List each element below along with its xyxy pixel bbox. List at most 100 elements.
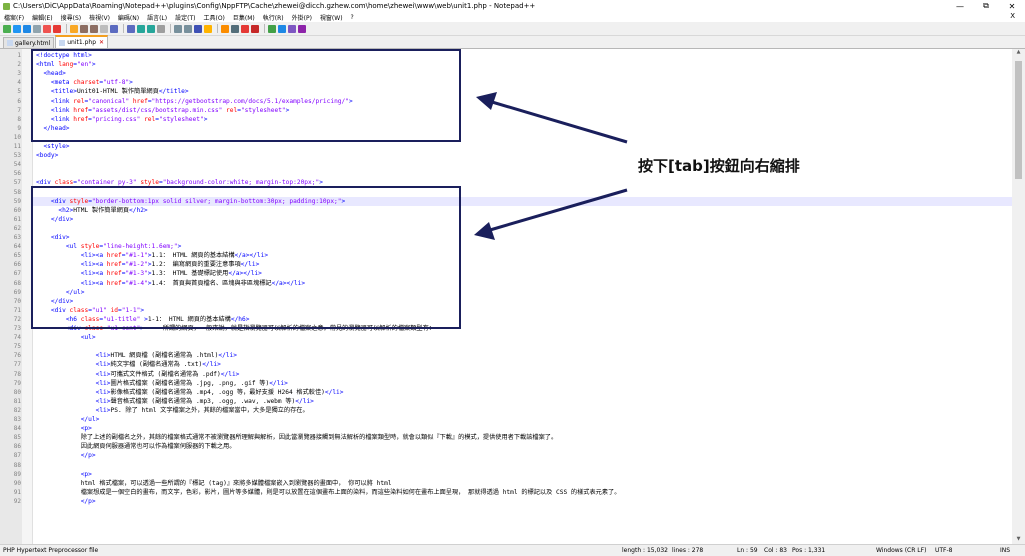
toolbar-tool-icon[interactable]	[80, 24, 88, 33]
toolbar-separator	[217, 24, 218, 33]
code-line[interactable]: 92 </p>	[0, 497, 1012, 506]
toolbar-tool-icon[interactable]	[184, 24, 192, 33]
toolbar-tool-icon[interactable]	[110, 24, 118, 33]
menu-item-11[interactable]: 視窗(W)	[320, 13, 343, 22]
line-number: 66	[13, 261, 21, 269]
toolbar-tool-icon[interactable]	[90, 24, 98, 33]
scroll-up-arrow-icon[interactable]: ▲	[1012, 49, 1025, 57]
code-line[interactable]: 88	[0, 461, 1012, 470]
code-line[interactable]: 54	[0, 160, 1012, 169]
toolbar-tool-icon[interactable]	[241, 24, 249, 33]
menu-item-1[interactable]: 編輯(E)	[32, 13, 52, 22]
toolbar-tool-icon[interactable]	[268, 24, 276, 33]
code-line[interactable]: 87 </p>	[0, 451, 1012, 460]
status-encoding[interactable]: UTF-8	[935, 547, 953, 554]
code-line[interactable]: 74 <ul>	[0, 333, 1012, 342]
toolbar-tool-icon[interactable]	[147, 24, 155, 33]
code-line[interactable]: 79 <li>圖片格式檔案 (副檔名通常為 .jpg, .png, .gif 等…	[0, 379, 1012, 388]
code-line[interactable]: 91 檔案想成是一個空白的畫布，而文字，色彩，影片，圖片等多媒體，則是可以放置在…	[0, 488, 1012, 497]
menu-item-2[interactable]: 搜尋(S)	[61, 13, 82, 22]
menu-item-12[interactable]: ?	[351, 14, 354, 21]
minimize-button[interactable]: —	[947, 0, 973, 12]
code-line[interactable]: 85 除了上述的副檔名之外，其餘的檔案格式通常不被瀏覽器所理解與解析，因此當瀏覽…	[0, 433, 1012, 442]
scroll-down-arrow-icon[interactable]: ▼	[1012, 536, 1025, 544]
toolbar	[0, 22, 1025, 36]
menu-item-5[interactable]: 語言(L)	[147, 13, 167, 22]
menu-item-7[interactable]: 工具(O)	[203, 13, 224, 22]
code-line[interactable]: 53 <body>	[0, 151, 1012, 160]
toolbar-tool-icon[interactable]	[137, 24, 145, 33]
line-number: 87	[13, 452, 21, 460]
code-line[interactable]: 81 <li>聲音格式檔案 (副檔名通常為 .mp3, .ogg, .wav, …	[0, 397, 1012, 406]
menu-item-0[interactable]: 檔案(F)	[4, 13, 24, 22]
restore-button[interactable]: ⧉	[973, 0, 999, 12]
close-button[interactable]: ✕	[999, 0, 1025, 12]
line-number: 77	[13, 361, 21, 369]
toolbar-tool-icon[interactable]	[157, 24, 165, 33]
line-number: 80	[13, 388, 21, 396]
code-line[interactable]: 75	[0, 342, 1012, 351]
menu-item-3[interactable]: 檢視(V)	[89, 13, 110, 22]
toolbar-separator	[170, 24, 171, 33]
line-number: 53	[13, 152, 21, 160]
toolbar-tool-icon[interactable]	[127, 24, 135, 33]
line-number: 70	[13, 297, 21, 305]
toolbar-tool-icon[interactable]	[278, 24, 286, 33]
code-line[interactable]: 90 html 格式檔案，可以透過一些所謂的『標記 (tag)』來將多媒體檔案嵌…	[0, 479, 1012, 488]
toolbar-tool-icon[interactable]	[3, 24, 11, 33]
vertical-scrollbar[interactable]: ▲ ▼	[1012, 49, 1025, 544]
toolbar-tool-icon[interactable]	[194, 24, 202, 33]
code-token-txt: PS. 除了 html 文字檔案之外，其餘的檔案當中，大多是獨立的存在。	[110, 406, 309, 414]
toolbar-tool-icon[interactable]	[204, 24, 212, 33]
tab-1[interactable]: unit1.php ✕	[55, 35, 109, 48]
toolbar-tool-icon[interactable]	[231, 24, 239, 33]
code-line[interactable]: 86 因此網頁伺服器通常也可以作為檔案伺服器的下載之用。	[0, 442, 1012, 451]
tab-close-icon[interactable]: ✕	[99, 39, 104, 46]
code-line[interactable]: 83 </ul>	[0, 415, 1012, 424]
menu-item-4[interactable]: 編碼(N)	[118, 13, 139, 22]
code-line[interactable]: 89 <p>	[0, 470, 1012, 479]
line-number: 91	[13, 488, 21, 496]
code-token-txt: 因此網頁伺服器通常也可以作為檔案伺服器的下載之用。	[36, 443, 236, 451]
menu-item-8[interactable]: 巨集(M)	[233, 13, 255, 22]
menu-item-6[interactable]: 設定(T)	[175, 13, 195, 22]
line-number: 88	[13, 461, 21, 469]
toolbar-tool-icon[interactable]	[221, 24, 229, 33]
code-token-tag: </li>	[218, 352, 237, 360]
code-line[interactable]: 80 <li>影像格式檔案 (副檔名通常為 .mp4, .ogg 等，最好支援 …	[0, 388, 1012, 397]
toolbar-tool-icon[interactable]	[33, 24, 41, 33]
tab-0[interactable]: gallery.html	[3, 37, 55, 48]
toolbar-tool-icon[interactable]	[298, 24, 306, 33]
menu-item-9[interactable]: 執行(R)	[263, 13, 284, 22]
status-eol[interactable]: Windows (CR LF)	[876, 547, 926, 554]
code-token-tag: <li>	[95, 379, 111, 387]
toolbar-tool-icon[interactable]	[70, 24, 78, 33]
code-line[interactable]: 11 <style>	[0, 142, 1012, 151]
toolbar-tool-icon[interactable]	[23, 24, 31, 33]
code-token-txt: 檔案想成是一個空白的畫布，而文字，色彩，影片，圖片等多媒體，則是可以放置在這個畫…	[36, 488, 621, 496]
menu-bar: 檔案(F) 編輯(E) 搜尋(S) 檢視(V) 編碼(N) 語言(L) 設定(T) 工具(O)…	[0, 12, 1025, 22]
code-line[interactable]: 56	[0, 169, 1012, 178]
toolbar-tool-icon[interactable]	[174, 24, 182, 33]
status-insert-mode[interactable]: INS	[1000, 547, 1010, 554]
code-line[interactable]: 82 <li>PS. 除了 html 文字檔案之外，其餘的檔案當中，大多是獨立的…	[0, 406, 1012, 415]
toolbar-tool-icon[interactable]	[43, 24, 51, 33]
menu-item-10[interactable]: 外掛(P)	[292, 13, 312, 22]
code-line[interactable]: 77 <li>純文字檔 (副檔名通常為 .txt)</li>	[0, 360, 1012, 369]
code-line[interactable]: 78 <li>可攜式文件格式 (副檔名通常為 .pdf)</li>	[0, 370, 1012, 379]
code-line[interactable]: 76 <li>HTML 網頁檔 (副檔名通常為 .html)</li>	[0, 351, 1012, 360]
toolbar-tool-icon[interactable]	[251, 24, 259, 33]
toolbar-tool-icon[interactable]	[100, 24, 108, 33]
scrollbar-thumb[interactable]	[1015, 61, 1022, 179]
menu-close-button[interactable]: X	[1010, 12, 1015, 20]
code-line[interactable]: 84 <p>	[0, 424, 1012, 433]
code-token-tag: <li>	[95, 352, 111, 360]
title-bar: C:\Users\DiC\AppData\Roaming\Notepad++\p…	[0, 0, 1025, 12]
status-col: Col : 83	[764, 547, 787, 554]
toolbar-tool-icon[interactable]	[53, 24, 61, 33]
toolbar-tool-icon[interactable]	[13, 24, 21, 33]
toolbar-tool-icon[interactable]	[288, 24, 296, 33]
